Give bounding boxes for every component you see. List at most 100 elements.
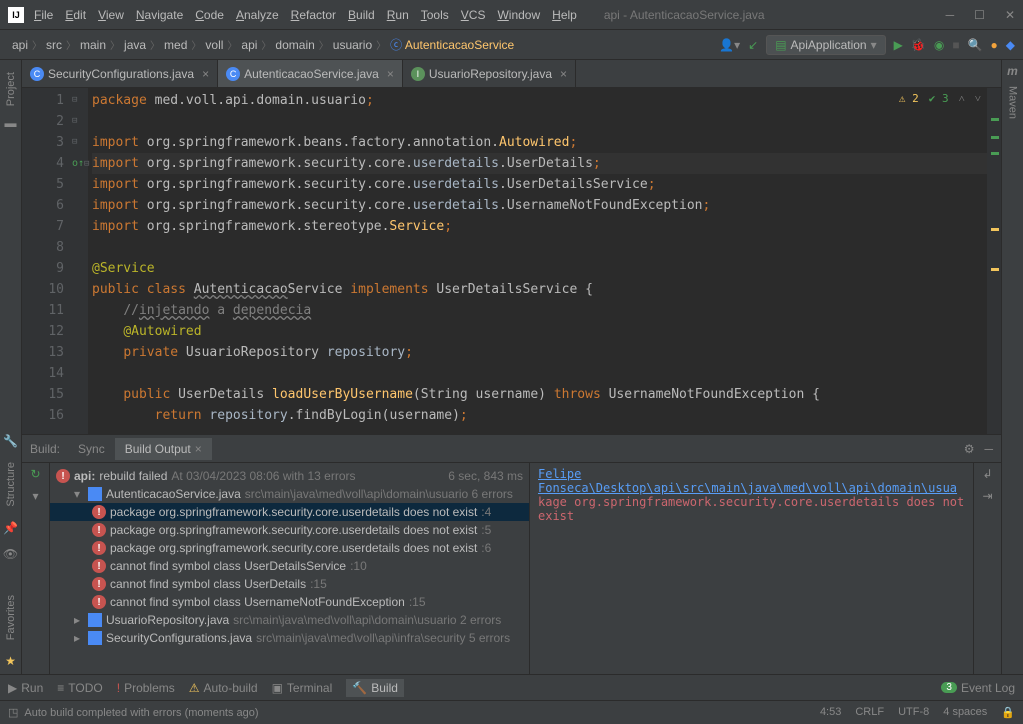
fold-gutter[interactable]: ⊟⊟⊟o↑⊟ [72, 88, 88, 434]
build-tab-output[interactable]: Build Output× [115, 438, 212, 460]
run-config-selector[interactable]: ▤ ApiApplication ▾ [766, 35, 885, 55]
output-file-link[interactable]: Felipe Fonseca\Desktop\api\src\main\java… [538, 467, 965, 495]
crumb-api[interactable]: api [8, 38, 32, 52]
view-icon[interactable]: 👁 [3, 547, 18, 561]
tab-SecurityConfigurations.java[interactable]: CSecurityConfigurations.java× [22, 60, 218, 87]
indent-setting[interactable]: 4 spaces [943, 706, 987, 719]
line-separator[interactable]: CRLF [855, 706, 884, 719]
crumb-src[interactable]: src [42, 38, 66, 52]
close-icon[interactable]: × [195, 442, 202, 456]
inspection-widget[interactable]: ⚠ 2 ✔ 3 ˄ ˅ [899, 92, 981, 105]
menu-help[interactable]: Help [552, 8, 577, 22]
tree-file[interactable]: ▾AutenticacaoService.java src\main\java\… [50, 485, 529, 503]
pin-icon[interactable]: 📌 [3, 521, 18, 535]
debug-icon[interactable]: 🐞 [911, 38, 926, 52]
tree-file[interactable]: ▸SecurityConfigurations.java src\main\ja… [50, 629, 529, 647]
coverage-icon[interactable]: ◉ [934, 38, 944, 52]
ok-count: ✔ 3 [929, 92, 949, 105]
error-stripe[interactable] [987, 88, 1001, 434]
user-icon[interactable]: 👤▾ [719, 38, 740, 52]
tool-run[interactable]: ▶ Run [8, 681, 43, 695]
menu-view[interactable]: View [98, 8, 124, 22]
crumb-AutenticacaoService[interactable]: ⓒ AutenticacaoService [386, 36, 518, 53]
crumb-domain[interactable]: domain [271, 38, 318, 52]
soft-wrap-icon[interactable]: ↲ [982, 467, 992, 481]
editor[interactable]: 12345678910111213141516 ⊟⊟⊟o↑⊟ package m… [22, 88, 1001, 434]
tool-auto-build[interactable]: ⚠ Auto-build [189, 681, 258, 695]
output-error-text: kage org.springframework.security.core.u… [538, 495, 965, 523]
tool-build[interactable]: 🔨 Build [346, 679, 404, 697]
menu-file[interactable]: File [34, 8, 53, 22]
update-icon[interactable]: ↙ [748, 38, 758, 52]
close-icon[interactable]: × [560, 67, 567, 81]
tool-terminal[interactable]: ▣ Terminal [272, 681, 333, 695]
lock-icon[interactable]: 🔒 [1001, 706, 1015, 719]
close-icon[interactable]: × [387, 67, 394, 81]
tree-error[interactable]: !package org.springframework.security.co… [50, 539, 529, 557]
minimize-icon[interactable]: ─ [946, 8, 955, 22]
refresh-icon[interactable]: ↻ [30, 467, 40, 481]
build-status: rebuild failed [99, 469, 167, 483]
tree-file[interactable]: ▸UsuarioRepository.java src\main\java\me… [50, 611, 529, 629]
gear-icon[interactable]: ⚙ [964, 442, 975, 456]
error-icon: ! [92, 523, 106, 537]
menu-refactor[interactable]: Refactor [291, 8, 336, 22]
menu-build[interactable]: Build [348, 8, 375, 22]
close-icon[interactable]: ✕ [1005, 8, 1015, 22]
chevron-down-icon[interactable]: ▾ [32, 489, 38, 503]
menu-code[interactable]: Code [195, 8, 224, 22]
tree-error[interactable]: !cannot find symbol class UserDetails :1… [50, 575, 529, 593]
menu-tools[interactable]: Tools [421, 8, 449, 22]
menu-analyze[interactable]: Analyze [236, 8, 279, 22]
search-icon[interactable]: 🔍 [968, 38, 983, 52]
crumb-api[interactable]: api [237, 38, 261, 52]
crumb-java[interactable]: java [120, 38, 150, 52]
tree-error[interactable]: !package org.springframework.security.co… [50, 503, 529, 521]
scroll-icon[interactable]: ⇥ [982, 489, 992, 503]
error-icon: ! [92, 541, 106, 555]
build-tree[interactable]: ! api: rebuild failed At 03/04/2023 08:0… [50, 463, 530, 674]
toolbox-icon[interactable]: ◆ [1006, 38, 1015, 52]
project-tool-button[interactable]: Project [5, 72, 17, 106]
project-collapse-icon[interactable]: ▬ [5, 116, 17, 130]
stop-icon[interactable]: ■ [952, 38, 959, 52]
chevron-up-icon[interactable]: ˄ [959, 92, 965, 105]
ide-update-icon[interactable]: ● [991, 38, 998, 52]
hide-icon[interactable]: ─ [984, 442, 993, 456]
run-icon[interactable]: ▶ [894, 38, 903, 52]
wrench-icon[interactable]: 🔧 [3, 434, 18, 448]
editor-tabs: CSecurityConfigurations.java×CAutenticac… [22, 60, 1001, 88]
build-output[interactable]: Felipe Fonseca\Desktop\api\src\main\java… [530, 463, 973, 674]
crumb-med[interactable]: med [160, 38, 191, 52]
build-root[interactable]: ! api: rebuild failed At 03/04/2023 08:0… [50, 467, 529, 485]
status-icon[interactable]: ◳ [8, 706, 18, 719]
event-log-button[interactable]: 3 Event Log [941, 681, 1015, 695]
tree-error[interactable]: !cannot find symbol class UsernameNotFou… [50, 593, 529, 611]
menu-navigate[interactable]: Navigate [136, 8, 183, 22]
build-tab-sync[interactable]: Sync [68, 438, 115, 460]
tool-todo[interactable]: ≡ TODO [57, 681, 102, 695]
code-content[interactable]: package med.voll.api.domain.usuario;impo… [88, 88, 987, 434]
close-icon[interactable]: × [202, 67, 209, 81]
structure-tool-button[interactable]: Structure [5, 462, 17, 507]
menu-edit[interactable]: Edit [65, 8, 86, 22]
cursor-position[interactable]: 4:53 [820, 706, 841, 719]
tool-problems[interactable]: ! Problems [117, 681, 175, 695]
menu-run[interactable]: Run [387, 8, 409, 22]
file-encoding[interactable]: UTF-8 [898, 706, 929, 719]
tree-error[interactable]: !package org.springframework.security.co… [50, 521, 529, 539]
menu-vcs[interactable]: VCS [461, 8, 486, 22]
breadcrumb[interactable]: api〉src〉main〉java〉med〉voll〉api〉domain〉us… [8, 36, 518, 53]
maximize-icon[interactable]: ☐ [974, 8, 985, 22]
tab-UsuarioRepository.java[interactable]: IUsuarioRepository.java× [403, 60, 576, 87]
favorites-tool-button[interactable]: Favorites [5, 595, 17, 640]
crumb-main[interactable]: main [76, 38, 110, 52]
tab-AutenticacaoService.java[interactable]: CAutenticacaoService.java× [218, 60, 403, 87]
chevron-down-icon[interactable]: ˅ [975, 92, 981, 105]
build-toolbar: ↻ ▾ [22, 463, 50, 674]
crumb-usuario[interactable]: usuario [329, 38, 376, 52]
crumb-voll[interactable]: voll [201, 38, 227, 52]
maven-tool-button[interactable]: Maven [1007, 86, 1019, 119]
menu-window[interactable]: Window [497, 8, 540, 22]
tree-error[interactable]: !cannot find symbol class UserDetailsSer… [50, 557, 529, 575]
